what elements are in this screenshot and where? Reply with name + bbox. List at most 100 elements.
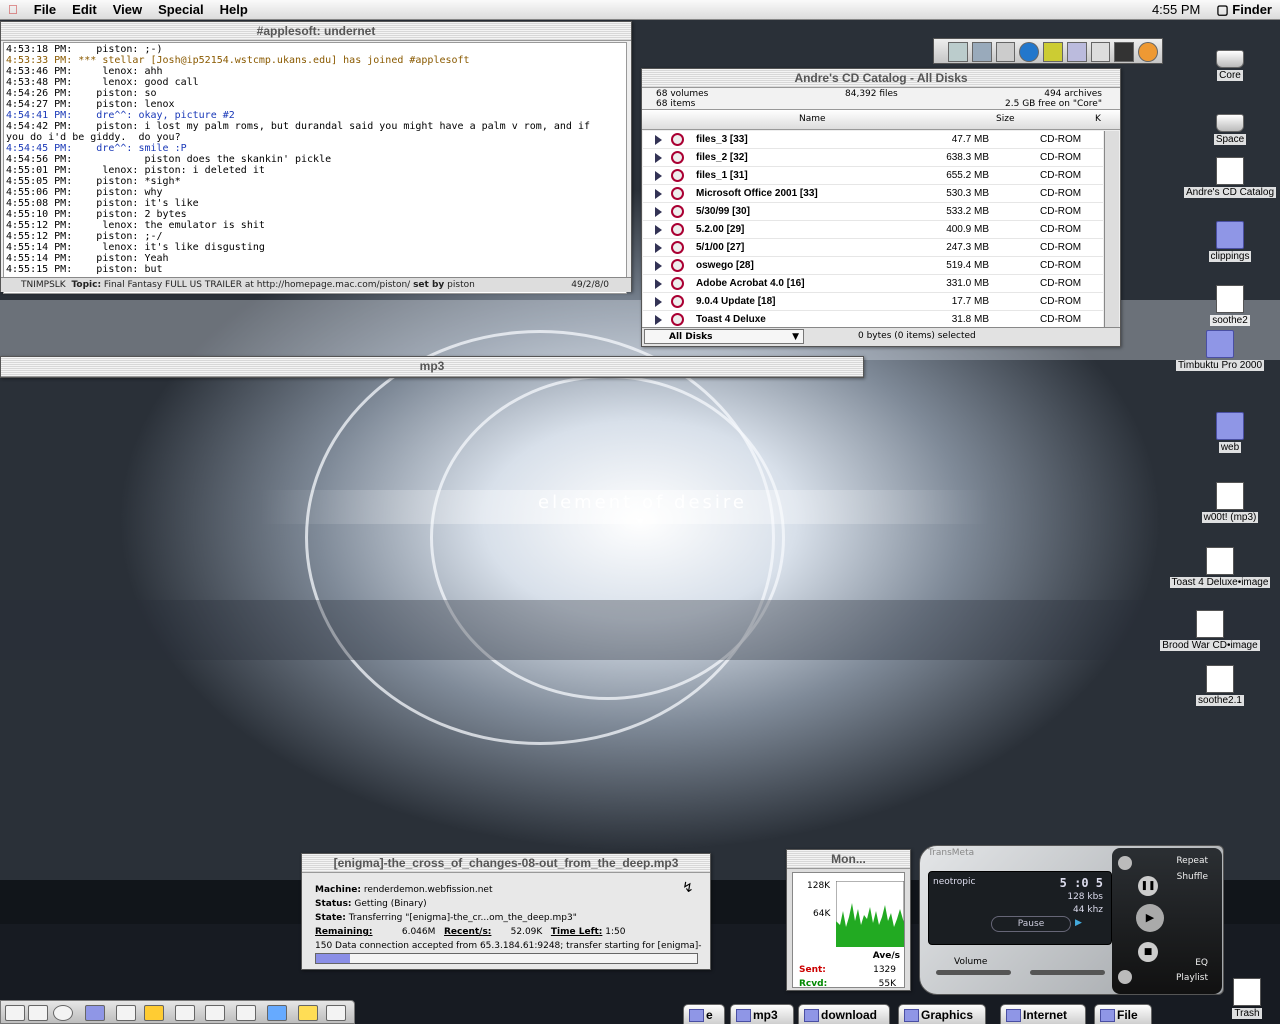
catalog-row[interactable]: oswego [28] 519.4 MB CD-ROM bbox=[643, 257, 1103, 275]
file-sharing-icon[interactable] bbox=[85, 1005, 105, 1021]
menu-help[interactable]: Help bbox=[212, 0, 256, 20]
column-name[interactable]: Name bbox=[799, 114, 826, 124]
mp3-titlebar[interactable]: mp3 bbox=[1, 357, 863, 377]
menubar-clock[interactable]: 4:55 PM bbox=[1144, 0, 1208, 20]
disclosure-triangle-icon[interactable] bbox=[655, 135, 662, 145]
irc-titlebar[interactable]: #applesoft: undernet bbox=[1, 22, 631, 41]
catalog-column-header: Name Size K bbox=[642, 110, 1120, 130]
desktop-icon[interactable]: soothe2 bbox=[1175, 285, 1280, 326]
folder-tab[interactable]: download bbox=[798, 1004, 890, 1024]
cd-icon[interactable] bbox=[53, 1005, 73, 1021]
palette-app-icon[interactable] bbox=[995, 42, 1016, 62]
disclosure-triangle-icon[interactable] bbox=[655, 153, 662, 163]
menu-view[interactable]: View bbox=[105, 0, 150, 20]
menu-edit[interactable]: Edit bbox=[64, 0, 105, 20]
volume-name: Microsoft Office 2001 [33] bbox=[696, 188, 818, 199]
catalog-list: files_3 [33] 47.7 MB CD-ROM files_2 [32] 638… bbox=[643, 131, 1103, 327]
catalog-row[interactable]: 5/30/99 [30] 533.2 MB CD-ROM bbox=[643, 203, 1103, 221]
catalog-row[interactable]: Microsoft Office 2001 [33] 530.3 MB CD-ROM bbox=[643, 185, 1103, 203]
disk-popup-menu[interactable]: All Disks ▼ bbox=[644, 329, 804, 344]
balance-slider[interactable] bbox=[1030, 970, 1105, 975]
desktop-icon[interactable]: clippings bbox=[1175, 221, 1280, 262]
disclosure-triangle-icon[interactable] bbox=[655, 207, 662, 217]
desktop-icon-label: clippings bbox=[1208, 251, 1252, 262]
repeat-toggle[interactable]: Repeat bbox=[1176, 856, 1208, 866]
palette-app-icon[interactable] bbox=[1138, 42, 1159, 62]
irc-message-log[interactable]: 4:53:18 PM: piston: ;-) 4:53:33 PM: *** s… bbox=[3, 42, 627, 294]
catalog-row[interactable]: files_3 [33] 47.7 MB CD-ROM bbox=[643, 131, 1103, 149]
desktop-icon[interactable]: web bbox=[1175, 412, 1280, 453]
folder-tab[interactable]: Graphics bbox=[898, 1004, 986, 1024]
disclosure-triangle-icon[interactable] bbox=[655, 261, 662, 271]
apple-menu-icon[interactable]:  bbox=[0, 0, 26, 20]
palette-app-icon[interactable] bbox=[948, 42, 968, 62]
internet-explorer-icon[interactable] bbox=[1019, 42, 1040, 62]
folder-icon bbox=[1216, 412, 1244, 440]
folder-tab[interactable]: File bbox=[1094, 1004, 1152, 1024]
palette-app-icon[interactable] bbox=[1066, 42, 1087, 62]
catalog-row[interactable]: 5/1/00 [27] 247.3 MB CD-ROM bbox=[643, 239, 1103, 257]
folder-tab[interactable]: mp3 bbox=[730, 1004, 794, 1024]
palette-app-icon[interactable] bbox=[1043, 42, 1063, 62]
play-arrow-icon: ▶ bbox=[1075, 918, 1082, 928]
palette-app-icon[interactable] bbox=[1114, 42, 1135, 62]
folder-tab[interactable]: Internet bbox=[1000, 1004, 1086, 1024]
shuffle-toggle[interactable]: Shuffle bbox=[1177, 872, 1208, 882]
disclosure-triangle-icon[interactable] bbox=[655, 243, 662, 253]
next-button[interactable] bbox=[1118, 970, 1132, 984]
pause-button[interactable]: ❚❚ bbox=[1138, 876, 1158, 896]
eq-toggle[interactable]: EQ bbox=[1195, 958, 1208, 968]
catalog-row[interactable]: files_1 [31] 655.2 MB CD-ROM bbox=[643, 167, 1103, 185]
catalog-row[interactable]: Toast 4 Deluxe 31.8 MB CD-ROM bbox=[643, 311, 1103, 327]
stop-button[interactable]: ■ bbox=[1138, 942, 1158, 962]
disclosure-triangle-icon[interactable] bbox=[655, 171, 662, 181]
disclosure-triangle-icon[interactable] bbox=[655, 315, 662, 325]
previous-button[interactable] bbox=[1118, 856, 1132, 870]
download-titlebar[interactable]: [enigma]-the_cross_of_changes-08-out_fro… bbox=[302, 854, 710, 873]
playlist-toggle[interactable]: Playlist bbox=[1176, 973, 1208, 983]
desktop-icon[interactable]: Timbuktu Pro 2000 bbox=[1155, 330, 1280, 371]
desktop-icon[interactable]: w00t! (mp3) bbox=[1175, 482, 1280, 523]
desktop-icon[interactable]: soothe2.1 bbox=[1165, 665, 1275, 706]
palette-app-icon[interactable] bbox=[1090, 42, 1111, 62]
catalog-row[interactable]: 9.0.4 Update [18] 17.7 MB CD-ROM bbox=[643, 293, 1103, 311]
strip-arrow-icon[interactable] bbox=[326, 1005, 346, 1021]
catalog-row[interactable]: 5.2.00 [29] 400.9 MB CD-ROM bbox=[643, 221, 1103, 239]
location-icon[interactable] bbox=[144, 1005, 164, 1021]
desktop-icon-label: soothe2.1 bbox=[1196, 695, 1244, 706]
play-button[interactable]: ▶ bbox=[1136, 904, 1164, 932]
monitor-icon[interactable] bbox=[28, 1005, 48, 1021]
catalog-vscrollbar[interactable] bbox=[1104, 131, 1119, 327]
menu-file[interactable]: File bbox=[26, 0, 64, 20]
disclosure-triangle-icon[interactable] bbox=[655, 225, 662, 235]
speech-icon[interactable] bbox=[236, 1005, 256, 1021]
control-strip-icon[interactable] bbox=[5, 1005, 25, 1021]
desktop-icon[interactable]: Brood War CD•image bbox=[1145, 610, 1275, 651]
desktop-icon[interactable]: Andre's CD Catalog bbox=[1165, 157, 1280, 198]
printer-icon[interactable] bbox=[175, 1005, 195, 1021]
keychain-icon[interactable] bbox=[116, 1005, 136, 1021]
disclosure-triangle-icon[interactable] bbox=[655, 297, 662, 307]
status-value: Getting (Binary) bbox=[354, 899, 427, 909]
remote-access-icon[interactable] bbox=[267, 1005, 287, 1021]
catalog-titlebar[interactable]: Andre's CD Catalog - All Disks bbox=[642, 69, 1120, 88]
monitor-titlebar[interactable]: Mon... bbox=[787, 850, 910, 869]
menu-special[interactable]: Special bbox=[150, 0, 212, 20]
folder-tab[interactable]: e bbox=[683, 1004, 725, 1024]
sent-value: 1329 bbox=[873, 965, 896, 975]
catalog-summary: 68 volumes 68 items 84,392 files 494 arc… bbox=[642, 88, 1120, 110]
catalog-row[interactable]: Adobe Acrobat 4.0 [16] 331.0 MB CD-ROM bbox=[643, 275, 1103, 293]
column-size[interactable]: Size bbox=[996, 114, 1014, 124]
disclosure-triangle-icon[interactable] bbox=[655, 279, 662, 289]
desktop-icon[interactable]: Toast 4 Deluxe•image bbox=[1155, 547, 1280, 588]
column-kind[interactable]: K bbox=[1095, 114, 1101, 124]
disclosure-triangle-icon[interactable] bbox=[655, 189, 662, 199]
palette-app-icon[interactable] bbox=[971, 42, 992, 62]
web-sharing-icon[interactable] bbox=[298, 1005, 318, 1021]
application-menu[interactable]: ▢ Finder bbox=[1208, 0, 1280, 20]
desktop-icon[interactable]: Core bbox=[1175, 42, 1280, 81]
volume-slider[interactable] bbox=[936, 970, 1011, 975]
catalog-row[interactable]: files_2 [32] 638.3 MB CD-ROM bbox=[643, 149, 1103, 167]
desktop-icon[interactable]: Space bbox=[1175, 106, 1280, 145]
sound-icon[interactable] bbox=[205, 1005, 225, 1021]
